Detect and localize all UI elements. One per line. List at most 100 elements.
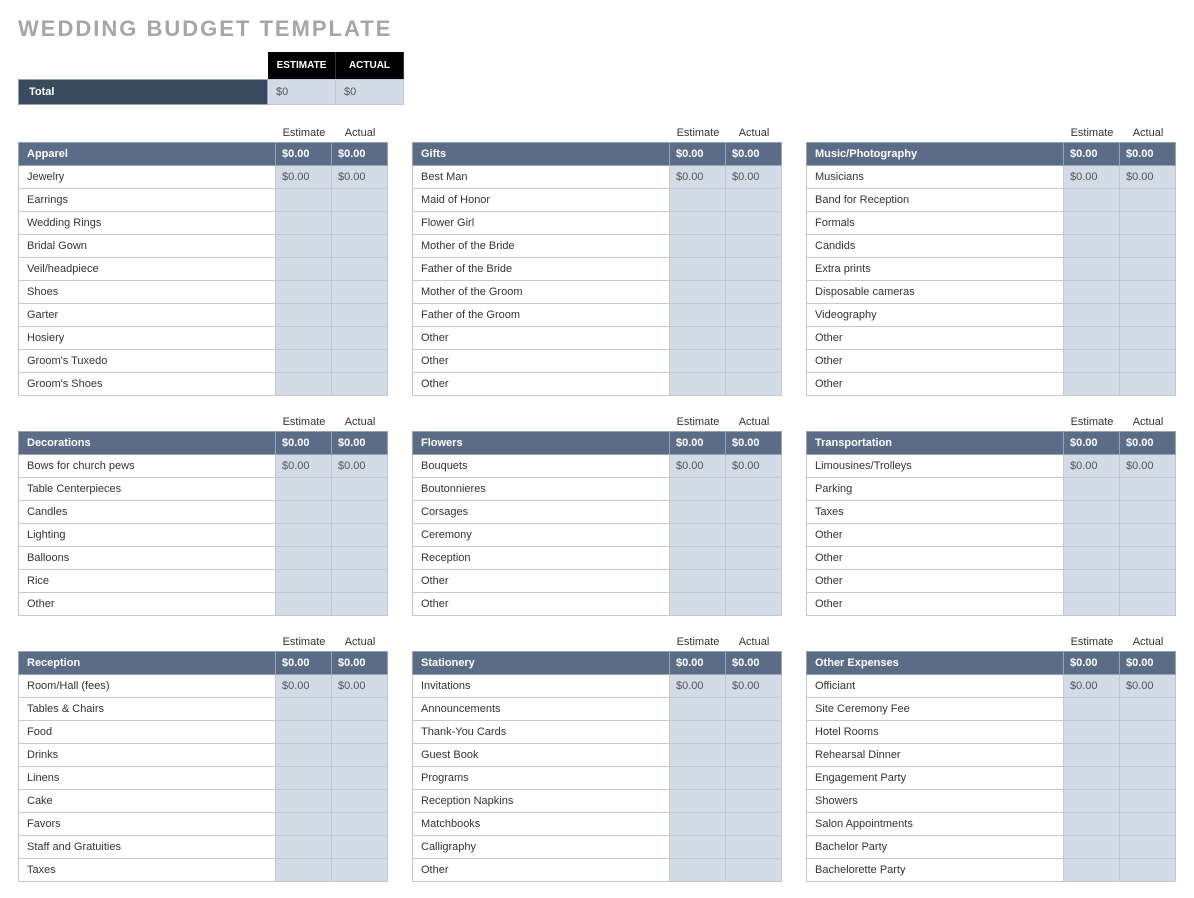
item-estimate-cell[interactable] bbox=[670, 258, 726, 281]
item-estimate-cell[interactable] bbox=[670, 570, 726, 593]
item-actual-cell[interactable] bbox=[332, 836, 388, 859]
item-estimate-cell[interactable] bbox=[1064, 593, 1120, 616]
item-estimate-cell[interactable] bbox=[1064, 189, 1120, 212]
item-estimate-cell[interactable]: $0.00 bbox=[1064, 675, 1120, 698]
item-estimate-cell[interactable] bbox=[276, 721, 332, 744]
item-actual-cell[interactable] bbox=[1120, 189, 1176, 212]
item-estimate-cell[interactable] bbox=[1064, 327, 1120, 350]
item-estimate-cell[interactable]: $0.00 bbox=[276, 455, 332, 478]
item-actual-cell[interactable] bbox=[1120, 258, 1176, 281]
item-estimate-cell[interactable] bbox=[276, 790, 332, 813]
item-estimate-cell[interactable] bbox=[276, 698, 332, 721]
item-actual-cell[interactable] bbox=[1120, 281, 1176, 304]
item-actual-cell[interactable] bbox=[332, 478, 388, 501]
total-estimate-cell[interactable]: $0 bbox=[268, 79, 336, 105]
item-estimate-cell[interactable] bbox=[276, 235, 332, 258]
item-actual-cell[interactable] bbox=[332, 593, 388, 616]
item-actual-cell[interactable] bbox=[1120, 593, 1176, 616]
item-estimate-cell[interactable] bbox=[670, 281, 726, 304]
item-actual-cell[interactable] bbox=[726, 593, 782, 616]
item-actual-cell[interactable] bbox=[1120, 235, 1176, 258]
item-estimate-cell[interactable] bbox=[276, 524, 332, 547]
item-actual-cell[interactable] bbox=[332, 373, 388, 396]
item-actual-cell[interactable] bbox=[726, 327, 782, 350]
item-actual-cell[interactable] bbox=[726, 478, 782, 501]
item-actual-cell[interactable] bbox=[332, 813, 388, 836]
item-actual-cell[interactable] bbox=[1120, 570, 1176, 593]
item-estimate-cell[interactable] bbox=[1064, 547, 1120, 570]
item-actual-cell[interactable] bbox=[1120, 212, 1176, 235]
item-actual-cell[interactable] bbox=[332, 327, 388, 350]
item-estimate-cell[interactable]: $0.00 bbox=[1064, 166, 1120, 189]
item-estimate-cell[interactable] bbox=[1064, 859, 1120, 882]
item-estimate-cell[interactable] bbox=[276, 304, 332, 327]
item-actual-cell[interactable] bbox=[332, 570, 388, 593]
item-actual-cell[interactable] bbox=[726, 373, 782, 396]
item-estimate-cell[interactable] bbox=[276, 859, 332, 882]
item-estimate-cell[interactable] bbox=[276, 767, 332, 790]
item-estimate-cell[interactable] bbox=[276, 258, 332, 281]
item-estimate-cell[interactable] bbox=[670, 836, 726, 859]
item-actual-cell[interactable] bbox=[726, 859, 782, 882]
item-estimate-cell[interactable] bbox=[276, 744, 332, 767]
item-estimate-cell[interactable] bbox=[1064, 258, 1120, 281]
item-estimate-cell[interactable] bbox=[670, 767, 726, 790]
item-estimate-cell[interactable] bbox=[276, 593, 332, 616]
item-actual-cell[interactable] bbox=[726, 524, 782, 547]
item-actual-cell[interactable] bbox=[332, 859, 388, 882]
item-actual-cell[interactable] bbox=[726, 501, 782, 524]
item-actual-cell[interactable]: $0.00 bbox=[1120, 455, 1176, 478]
item-actual-cell[interactable] bbox=[726, 790, 782, 813]
item-actual-cell[interactable] bbox=[332, 212, 388, 235]
item-actual-cell[interactable] bbox=[726, 258, 782, 281]
item-actual-cell[interactable] bbox=[332, 698, 388, 721]
item-estimate-cell[interactable] bbox=[670, 813, 726, 836]
item-estimate-cell[interactable] bbox=[276, 281, 332, 304]
item-actual-cell[interactable] bbox=[1120, 304, 1176, 327]
item-actual-cell[interactable]: $0.00 bbox=[726, 675, 782, 698]
item-estimate-cell[interactable] bbox=[276, 547, 332, 570]
item-estimate-cell[interactable] bbox=[276, 570, 332, 593]
item-estimate-cell[interactable] bbox=[1064, 721, 1120, 744]
item-estimate-cell[interactable] bbox=[1064, 501, 1120, 524]
item-actual-cell[interactable]: $0.00 bbox=[332, 455, 388, 478]
item-actual-cell[interactable] bbox=[332, 744, 388, 767]
item-actual-cell[interactable] bbox=[726, 836, 782, 859]
item-estimate-cell[interactable] bbox=[1064, 698, 1120, 721]
item-actual-cell[interactable] bbox=[726, 212, 782, 235]
item-actual-cell[interactable] bbox=[1120, 721, 1176, 744]
item-estimate-cell[interactable] bbox=[670, 698, 726, 721]
item-estimate-cell[interactable]: $0.00 bbox=[276, 166, 332, 189]
item-actual-cell[interactable] bbox=[332, 281, 388, 304]
item-estimate-cell[interactable]: $0.00 bbox=[1064, 455, 1120, 478]
total-actual-cell[interactable]: $0 bbox=[336, 79, 404, 105]
item-actual-cell[interactable] bbox=[1120, 698, 1176, 721]
item-estimate-cell[interactable] bbox=[670, 327, 726, 350]
item-actual-cell[interactable] bbox=[1120, 547, 1176, 570]
item-estimate-cell[interactable] bbox=[670, 373, 726, 396]
item-estimate-cell[interactable] bbox=[276, 813, 332, 836]
item-actual-cell[interactable] bbox=[726, 698, 782, 721]
item-estimate-cell[interactable]: $0.00 bbox=[670, 455, 726, 478]
item-actual-cell[interactable] bbox=[726, 767, 782, 790]
item-actual-cell[interactable] bbox=[1120, 813, 1176, 836]
item-estimate-cell[interactable] bbox=[670, 189, 726, 212]
item-actual-cell[interactable] bbox=[1120, 859, 1176, 882]
item-actual-cell[interactable] bbox=[1120, 478, 1176, 501]
item-estimate-cell[interactable]: $0.00 bbox=[670, 675, 726, 698]
item-estimate-cell[interactable] bbox=[670, 501, 726, 524]
item-actual-cell[interactable] bbox=[332, 790, 388, 813]
item-actual-cell[interactable] bbox=[726, 744, 782, 767]
item-actual-cell[interactable]: $0.00 bbox=[1120, 675, 1176, 698]
item-actual-cell[interactable] bbox=[726, 304, 782, 327]
item-actual-cell[interactable]: $0.00 bbox=[332, 675, 388, 698]
item-estimate-cell[interactable] bbox=[670, 235, 726, 258]
item-actual-cell[interactable] bbox=[726, 547, 782, 570]
item-estimate-cell[interactable] bbox=[276, 501, 332, 524]
item-actual-cell[interactable] bbox=[1120, 350, 1176, 373]
item-actual-cell[interactable] bbox=[332, 350, 388, 373]
item-actual-cell[interactable]: $0.00 bbox=[726, 455, 782, 478]
item-actual-cell[interactable] bbox=[332, 258, 388, 281]
item-actual-cell[interactable] bbox=[1120, 744, 1176, 767]
item-estimate-cell[interactable] bbox=[670, 859, 726, 882]
